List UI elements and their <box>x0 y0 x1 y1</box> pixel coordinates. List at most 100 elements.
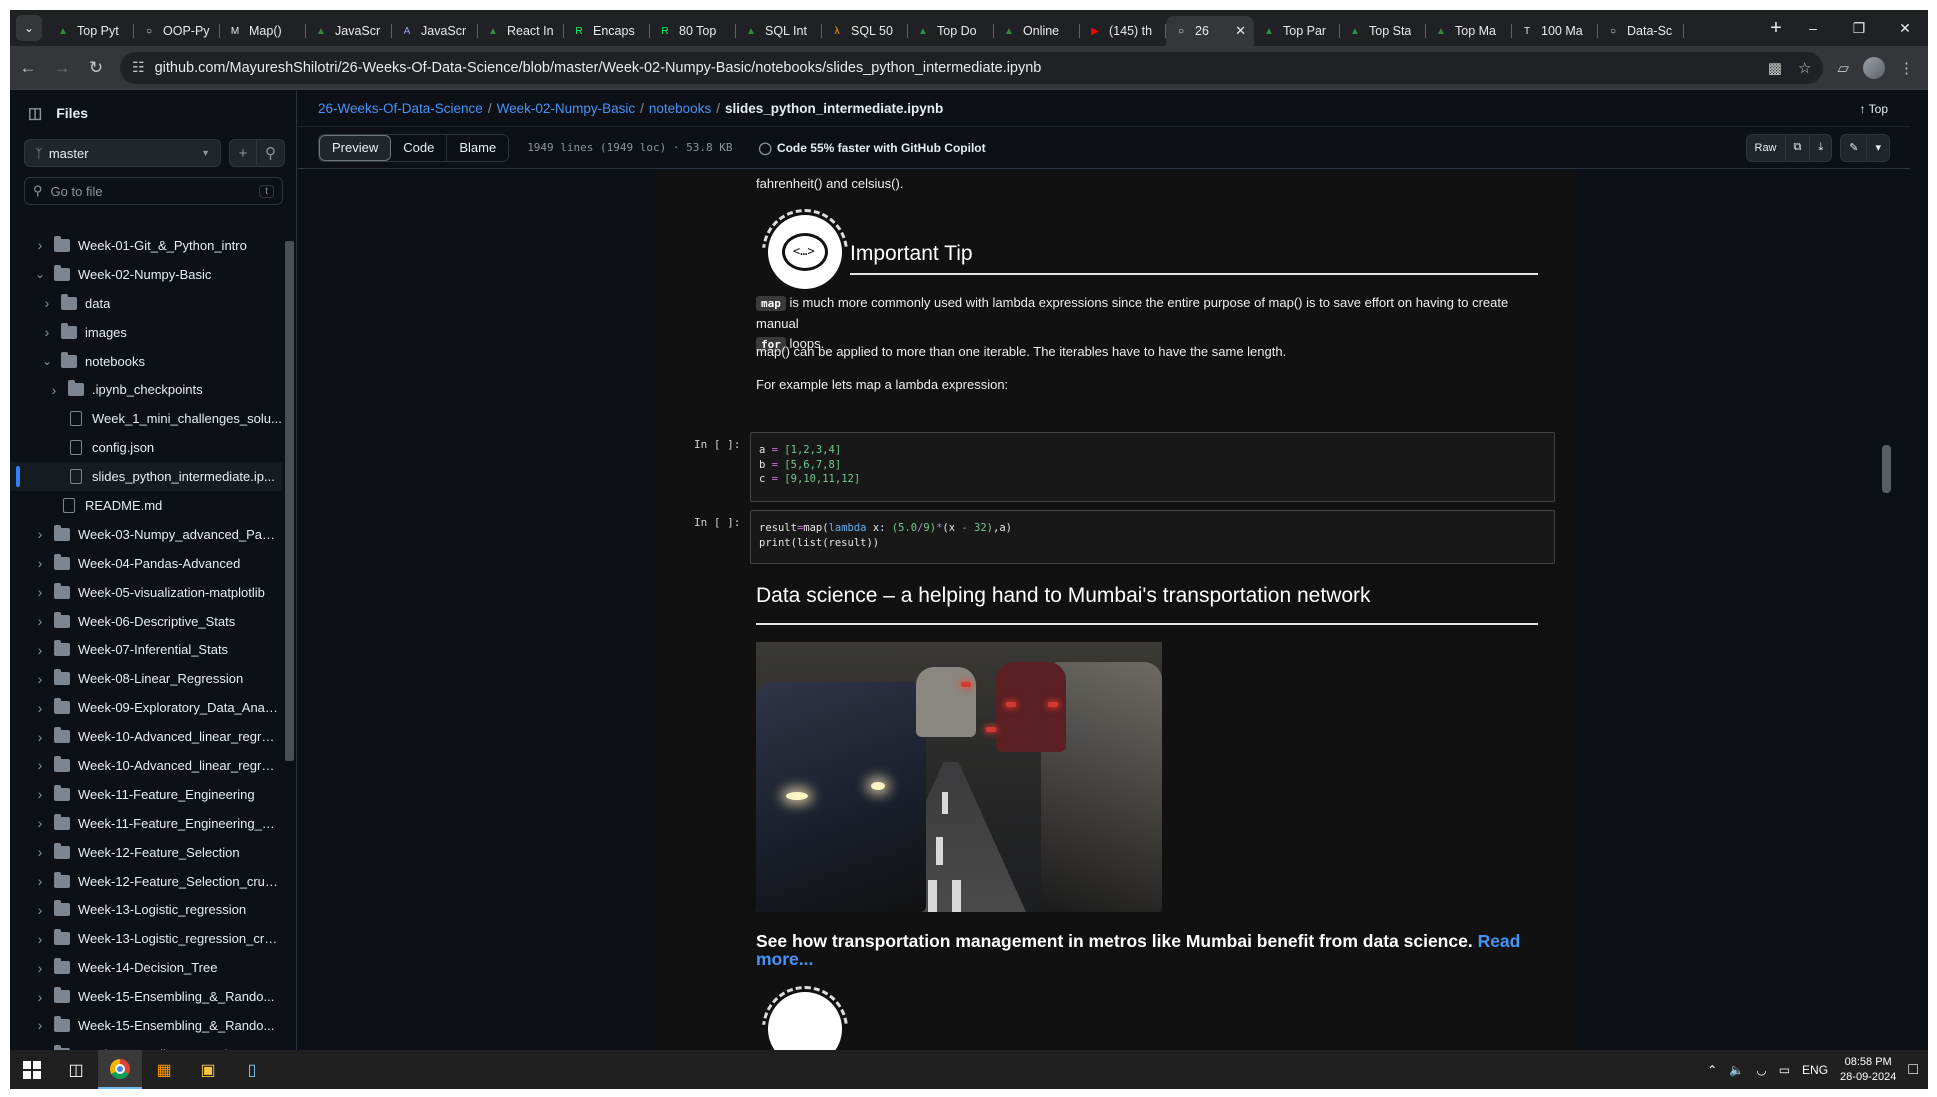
go-to-file-field[interactable]: ⚲ t <box>24 177 283 205</box>
tree-folder[interactable]: › Week-01-Git_&_Python_intro <box>10 231 282 260</box>
tree-folder[interactable]: › Week-14-Decision_Tree <box>10 953 282 982</box>
tree-folder[interactable]: ⌄ Week-02-Numpy-Basic <box>10 260 282 289</box>
code-cell[interactable]: a = [1,2,3,4] b = [5,6,7,8] c = [9,10,11,1… <box>750 432 1555 502</box>
code-cell[interactable]: result=map(lambda x: (5.0/9)*(x - 32),a)… <box>750 510 1555 564</box>
close-window-button[interactable]: ✕ <box>1882 10 1928 46</box>
browser-tab[interactable]: A JavaScr <box>392 16 478 46</box>
sidebar-scrollbar[interactable] <box>282 231 296 1059</box>
tree-folder[interactable]: › Week-15-Ensembling_&_Rando... <box>10 1011 282 1040</box>
chevron-right-icon[interactable]: › <box>34 873 46 889</box>
tree-folder[interactable]: › Week-04-Pandas-Advanced <box>10 549 282 578</box>
tab-search-button[interactable]: ⌄ <box>16 15 42 41</box>
profile-avatar[interactable] <box>1863 56 1885 79</box>
minimize-button[interactable]: – <box>1790 10 1836 46</box>
tree-folder[interactable]: › Week-03-Numpy_advanced_Pan... <box>10 520 282 549</box>
breadcrumb-repo-link[interactable]: 26-Weeks-Of-Data-Science <box>318 101 483 116</box>
chevron-right-icon[interactable]: › <box>34 555 46 571</box>
menu-kebab-icon[interactable]: ⋮ <box>1899 59 1914 77</box>
chevron-right-icon[interactable]: › <box>34 237 46 253</box>
site-info-icon[interactable]: ☷ <box>132 59 145 76</box>
tree-file[interactable]: Week_1_mini_challenges_solu... <box>10 404 282 433</box>
extensions-icon[interactable]: ▱ <box>1837 59 1849 77</box>
chevron-right-icon[interactable]: › <box>34 729 46 745</box>
explorer-taskbar-button[interactable]: ▣ <box>186 1050 230 1089</box>
url-text[interactable]: github.com/MayureshShilotri/26-Weeks-Of-… <box>155 60 1768 76</box>
collapse-sidebar-icon[interactable]: ◫ <box>28 104 42 122</box>
install-app-icon[interactable]: ▩ <box>1768 59 1782 77</box>
browser-tab[interactable]: R Encaps <box>564 16 650 46</box>
task-view-button[interactable]: ◫ <box>54 1050 98 1089</box>
notifications-icon[interactable]: □ <box>1908 1061 1918 1079</box>
bookmark-star-icon[interactable]: ☆ <box>1798 59 1811 77</box>
tree-folder[interactable]: › Week-10-Advanced_linear_regre... <box>10 751 282 780</box>
notepad-taskbar-button[interactable]: ▯ <box>230 1050 274 1089</box>
chrome-taskbar-button[interactable] <box>98 1050 142 1089</box>
reload-button[interactable]: ↻ <box>80 52 112 84</box>
browser-tab[interactable]: λ SQL 50 <box>822 16 908 46</box>
browser-tab[interactable]: ▲ JavaScr <box>306 16 392 46</box>
browser-tab[interactable]: ○ OOP-Py <box>134 16 220 46</box>
search-code-button[interactable]: ⚲ <box>257 139 285 167</box>
tree-folder[interactable]: › Week-05-visualization-matplotlib <box>10 578 282 607</box>
chevron-down-icon[interactable]: ⌄ <box>41 354 53 368</box>
top-button[interactable]: ↑ Top <box>1860 102 1888 116</box>
download-icon[interactable]: ⤓ <box>1810 134 1832 161</box>
tree-folder[interactable]: › images <box>10 318 282 347</box>
start-button[interactable] <box>10 1050 54 1089</box>
raw-button[interactable]: Raw <box>1746 134 1786 161</box>
tree-folder[interactable]: › .ipynb_checkpoints <box>10 375 282 404</box>
back-button[interactable]: ← <box>12 52 44 84</box>
tree-folder[interactable]: › Week-10-Advanced_linear_regre... <box>10 722 282 751</box>
branch-selector[interactable]: ᛉ master ▼ <box>24 139 221 167</box>
forward-button[interactable]: → <box>46 52 78 84</box>
browser-tab[interactable]: R 80 Top <box>650 16 736 46</box>
close-tab-icon[interactable]: ✕ <box>1235 23 1246 39</box>
tab-code[interactable]: Code <box>391 134 448 161</box>
browser-tab[interactable]: ▲ Online <box>994 16 1080 46</box>
tree-folder[interactable]: › Week-07-Inferential_Stats <box>10 635 282 664</box>
tree-file[interactable]: README.md <box>10 491 282 520</box>
go-to-file-input[interactable] <box>50 183 260 199</box>
chevron-right-icon[interactable]: › <box>34 815 46 831</box>
chevron-right-icon[interactable]: › <box>34 642 46 658</box>
chevron-right-icon[interactable]: › <box>34 584 46 600</box>
chevron-right-icon[interactable]: › <box>34 757 46 773</box>
breadcrumb-folder-link[interactable]: Week-02-Numpy-Basic <box>497 101 636 116</box>
main-scroll-thumb[interactable] <box>1882 445 1891 493</box>
breadcrumb-notebooks-link[interactable]: notebooks <box>649 101 711 116</box>
battery-icon[interactable]: ▭ <box>1779 1063 1790 1077</box>
chevron-right-icon[interactable]: › <box>34 931 46 947</box>
volume-icon[interactable]: 🔈 <box>1729 1063 1744 1077</box>
tree-folder[interactable]: › Week-12-Feature_Selection <box>10 838 282 867</box>
chevron-right-icon[interactable]: › <box>41 295 53 311</box>
chevron-down-icon[interactable]: ▾ <box>1867 134 1889 161</box>
chevron-right-icon[interactable]: › <box>34 526 46 542</box>
browser-tab[interactable]: ▲ React In <box>478 16 564 46</box>
main-scrollbar[interactable] <box>1878 170 1894 1059</box>
tree-folder[interactable]: › Week-11-Feature_Engineering <box>10 780 282 809</box>
clock[interactable]: 08:58 PM 28-09-2024 <box>1840 1055 1896 1085</box>
tab-preview[interactable]: Preview <box>319 134 392 161</box>
chevron-right-icon[interactable]: › <box>34 1017 46 1033</box>
tree-file[interactable]: slides_python_intermediate.ip... <box>10 462 282 492</box>
browser-tab[interactable]: ▲ Top Pyt <box>48 16 134 46</box>
chevron-right-icon[interactable]: › <box>48 382 60 398</box>
tree-folder[interactable]: › Week-13-Logistic_regression <box>10 895 282 924</box>
chevron-right-icon[interactable]: › <box>34 960 46 976</box>
chevron-right-icon[interactable]: › <box>41 324 53 340</box>
tree-folder[interactable]: › Week-11-Feature_Engineering_c... <box>10 809 282 838</box>
tree-folder[interactable]: › data <box>10 289 282 318</box>
browser-tab[interactable]: ▲ Top Do <box>908 16 994 46</box>
chevron-up-icon[interactable]: ⌃ <box>1707 1063 1717 1077</box>
chevron-right-icon[interactable]: › <box>34 613 46 629</box>
browser-tab[interactable]: ▲ Top Ma <box>1426 16 1512 46</box>
wifi-icon[interactable]: ◡ <box>1756 1063 1766 1077</box>
tree-folder[interactable]: ⌄ notebooks <box>10 347 282 376</box>
browser-tab[interactable]: M Map() <box>220 16 306 46</box>
browser-tab[interactable]: T 100 Ma <box>1512 16 1598 46</box>
tab-blame[interactable]: Blame <box>447 134 509 161</box>
chevron-right-icon[interactable]: › <box>34 902 46 918</box>
tree-folder[interactable]: › Week-08-Linear_Regression <box>10 664 282 693</box>
browser-tab[interactable]: ▲ Top Sta <box>1340 16 1426 46</box>
chevron-right-icon[interactable]: › <box>34 786 46 802</box>
